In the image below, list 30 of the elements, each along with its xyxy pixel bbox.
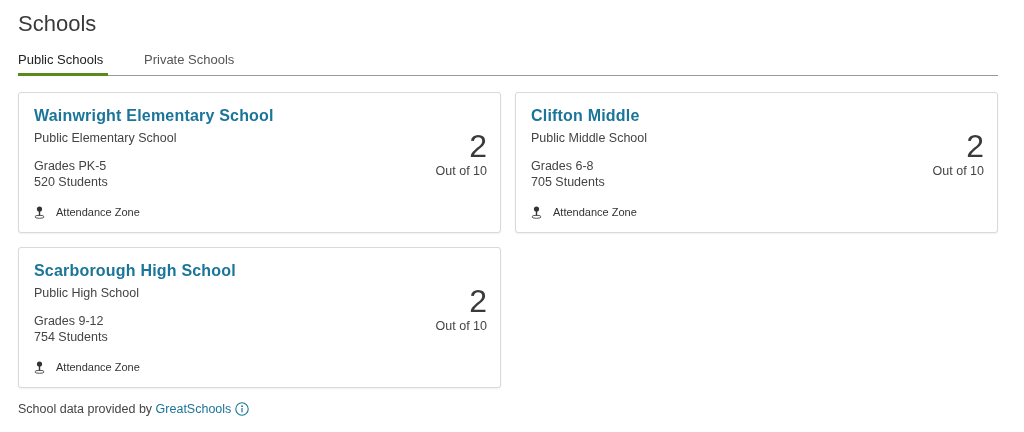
greatschools-link[interactable]: GreatSchools <box>155 402 232 416</box>
school-name-link[interactable]: Clifton Middle <box>531 105 984 127</box>
info-icon[interactable] <box>235 402 250 417</box>
rating-value: 2 <box>469 129 487 163</box>
data-source-note: School data provided by GreatSchools <box>18 401 232 418</box>
student-count: 705 Students <box>531 174 606 190</box>
attendance-zone-label: Attendance Zone <box>553 205 637 220</box>
map-pin-icon <box>34 360 45 374</box>
attendance-zone-label: Attendance Zone <box>56 205 140 220</box>
school-type: Public Middle School <box>531 130 648 147</box>
map-pin-icon <box>34 205 45 219</box>
rating-caption: Out of 10 <box>435 163 487 179</box>
school-grades: Grades 6-8 <box>531 158 595 174</box>
tab[interactable]: Public Schools <box>18 52 108 76</box>
student-count: 520 Students <box>34 174 109 190</box>
attendance-zone-label: Attendance Zone <box>56 360 140 375</box>
school-type: Public Elementary School <box>34 130 177 147</box>
school-type: Public High School <box>34 285 139 302</box>
school-name-link[interactable]: Scarborough High School <box>34 260 487 282</box>
rating-caption: Out of 10 <box>932 163 984 179</box>
school-name-link[interactable]: Wainwright Elementary School <box>34 105 487 127</box>
tab[interactable]: Private Schools <box>144 52 234 76</box>
student-count: 754 Students <box>34 329 109 345</box>
school-grades: Grades 9-12 <box>34 313 105 329</box>
map-pin-icon <box>531 205 542 219</box>
rating-value: 2 <box>966 129 984 163</box>
page-title: Schools <box>18 10 98 38</box>
rating-caption: Out of 10 <box>435 318 487 334</box>
school-grades: Grades PK-5 <box>34 158 108 174</box>
rating-value: 2 <box>469 284 487 318</box>
